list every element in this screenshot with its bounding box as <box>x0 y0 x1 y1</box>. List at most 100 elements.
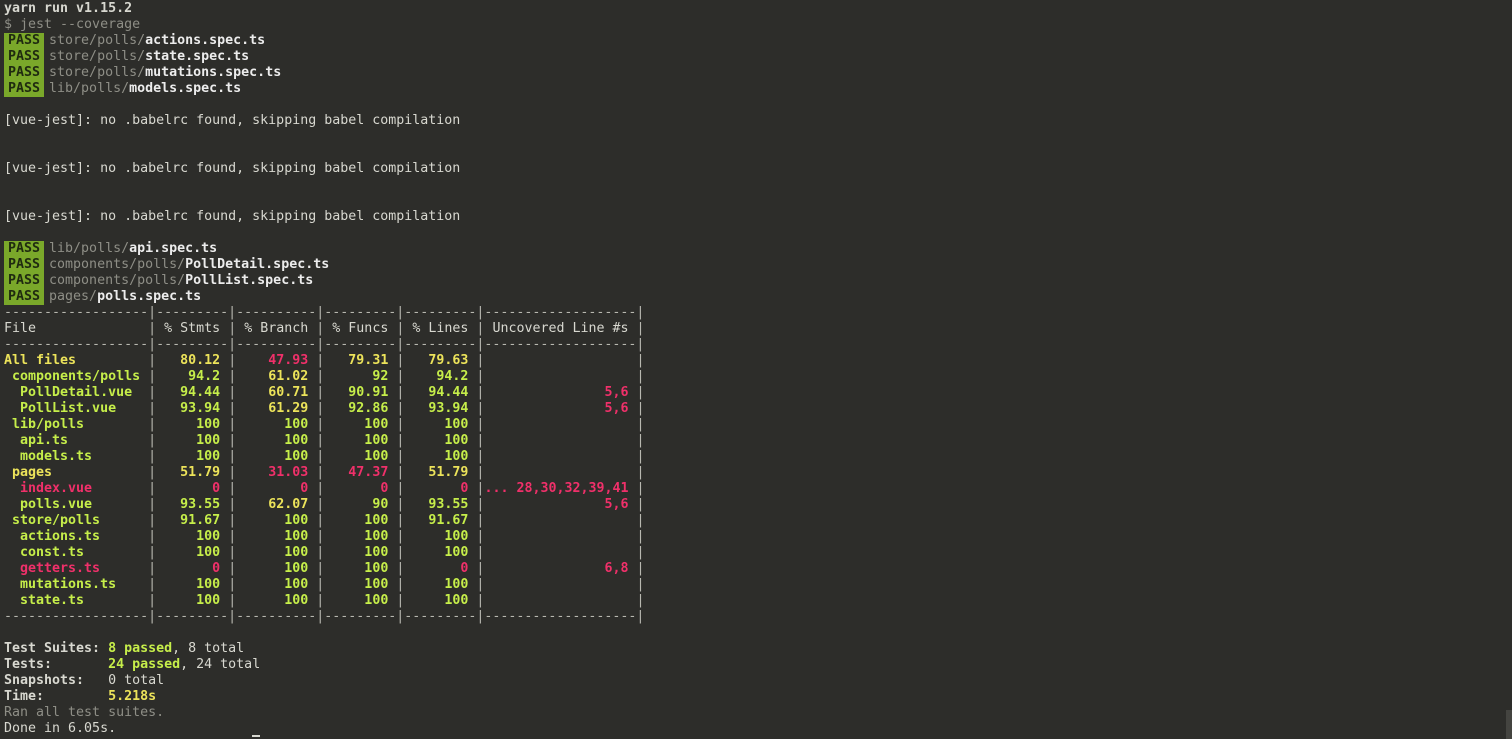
row-lines: 100 <box>404 545 477 560</box>
column-divider: | <box>228 545 237 560</box>
row-stmts: 93.94 <box>156 401 229 416</box>
column-divider: | <box>228 561 237 576</box>
coverage-row: lib/polls | 100 | 100 | 100 | 100 | | <box>4 417 645 433</box>
vue-jest-warning: [vue-jest]: no .babelrc found, skipping … <box>4 161 461 176</box>
column-divider: | <box>148 385 157 400</box>
row-lines: 0 <box>404 561 477 576</box>
test-path: lib/polls/ <box>49 241 130 256</box>
row-stmts: 51.79 <box>156 465 229 480</box>
column-divider: | <box>636 465 645 480</box>
row-file-name: index.vue <box>4 481 149 496</box>
row-uncovered <box>484 529 636 544</box>
row-file-name: PollDetail.vue <box>4 385 149 400</box>
table-header: File | % Stmts | % Branch | % Funcs | % … <box>4 321 645 337</box>
test-file: PollList.spec.ts <box>185 273 314 288</box>
column-divider: | <box>636 561 645 576</box>
pass-badge: PASS <box>4 81 45 97</box>
column-divider: | <box>228 401 237 416</box>
coverage-row: pages | 51.79 | 31.03 | 47.37 | 51.79 | … <box>4 465 645 481</box>
row-branch: 100 <box>236 513 317 528</box>
done-line: Done in 6.05s. <box>4 721 117 736</box>
column-divider: | <box>636 369 645 384</box>
column-divider: | <box>148 401 157 416</box>
coverage-row: actions.ts | 100 | 100 | 100 | 100 | | <box>4 529 645 545</box>
column-divider: | <box>148 449 157 464</box>
pass-line: PASS components/polls/PollDetail.spec.ts <box>4 257 329 273</box>
pass-badge: PASS <box>4 257 45 273</box>
row-file-name: lib/polls <box>4 417 149 432</box>
row-file-name: models.ts <box>4 449 149 464</box>
row-branch: 100 <box>236 561 317 576</box>
column-divider: | <box>148 353 157 368</box>
pass-line: PASS lib/polls/api.spec.ts <box>4 241 217 257</box>
scrollbar[interactable] <box>1506 710 1512 739</box>
row-branch: 62.07 <box>236 497 317 512</box>
row-lines: 100 <box>404 577 477 592</box>
coverage-row: components/polls | 94.2 | 61.02 | 92 | 9… <box>4 369 645 385</box>
row-uncovered: 5,6 <box>484 497 637 512</box>
column-divider: | <box>228 433 237 448</box>
row-branch: 100 <box>236 433 317 448</box>
column-divider: | <box>148 433 157 448</box>
row-stmts: 100 <box>156 545 229 560</box>
row-uncovered <box>484 353 636 368</box>
column-divider: | <box>228 385 237 400</box>
column-divider: | <box>636 385 645 400</box>
row-file-name: components/polls <box>4 369 149 384</box>
coverage-row: getters.ts | 0 | 100 | 100 | 0 | 6,8 | <box>4 561 645 577</box>
row-branch: 61.02 <box>236 369 317 384</box>
row-branch: 31.03 <box>236 465 317 480</box>
row-branch: 47.93 <box>236 353 317 368</box>
column-divider: | <box>636 481 645 496</box>
pass-badge: PASS <box>4 289 45 305</box>
row-stmts: 80.12 <box>156 353 229 368</box>
column-divider: | <box>148 577 157 592</box>
row-uncovered: ... 28,30,32,39,41 <box>484 481 637 496</box>
text-cursor <box>252 735 260 737</box>
coverage-row: mutations.ts | 100 | 100 | 100 | 100 | | <box>4 577 645 593</box>
row-uncovered <box>484 417 636 432</box>
test-path: lib/polls/ <box>49 81 130 96</box>
pass-line: PASS store/polls/mutations.spec.ts <box>4 65 281 81</box>
summary-suites-passed: 8 passed <box>108 641 173 656</box>
row-file-name: state.ts <box>4 593 149 608</box>
column-divider: | <box>636 497 645 512</box>
column-divider: | <box>228 353 237 368</box>
test-path: pages/ <box>49 289 98 304</box>
table-separator: ------------------|---------|----------|… <box>4 305 645 320</box>
row-branch: 100 <box>236 449 317 464</box>
row-uncovered <box>484 449 636 464</box>
column-header: % Stmts <box>156 321 229 336</box>
row-file-name: PollList.vue <box>4 401 149 416</box>
row-branch: 100 <box>236 545 317 560</box>
row-funcs: 100 <box>324 513 397 528</box>
row-funcs: 100 <box>324 449 397 464</box>
column-divider: | <box>148 497 157 512</box>
pass-line: PASS components/polls/PollList.spec.ts <box>4 273 313 289</box>
coverage-row: api.ts | 100 | 100 | 100 | 100 | | <box>4 433 645 449</box>
test-file: state.spec.ts <box>145 49 250 64</box>
column-divider: | <box>228 497 237 512</box>
row-file-name: pages <box>4 465 149 480</box>
row-uncovered <box>484 465 636 480</box>
row-lines: 93.94 <box>404 401 477 416</box>
column-divider: | <box>148 369 157 384</box>
pass-line: PASS store/polls/actions.spec.ts <box>4 33 265 49</box>
row-file-name: mutations.ts <box>4 577 149 592</box>
vue-jest-warning: [vue-jest]: no .babelrc found, skipping … <box>4 209 461 224</box>
test-file: actions.spec.ts <box>145 33 266 48</box>
column-divider: | <box>228 481 237 496</box>
test-file: mutations.spec.ts <box>145 65 282 80</box>
column-divider: | <box>148 417 157 432</box>
row-stmts: 100 <box>156 417 229 432</box>
row-file-name: actions.ts <box>4 529 149 544</box>
row-funcs: 100 <box>324 417 397 432</box>
terminal-window[interactable]: yarn run v1.15.2 $ jest --coverage PASS s… <box>0 0 1512 739</box>
row-branch: 100 <box>236 577 317 592</box>
row-stmts: 100 <box>156 433 229 448</box>
column-divider: | <box>228 513 237 528</box>
column-divider: | <box>228 321 237 336</box>
row-funcs: 100 <box>324 529 397 544</box>
summary-suites: Test Suites: 8 passed, 8 total <box>4 641 244 657</box>
row-lines: 0 <box>404 481 477 496</box>
